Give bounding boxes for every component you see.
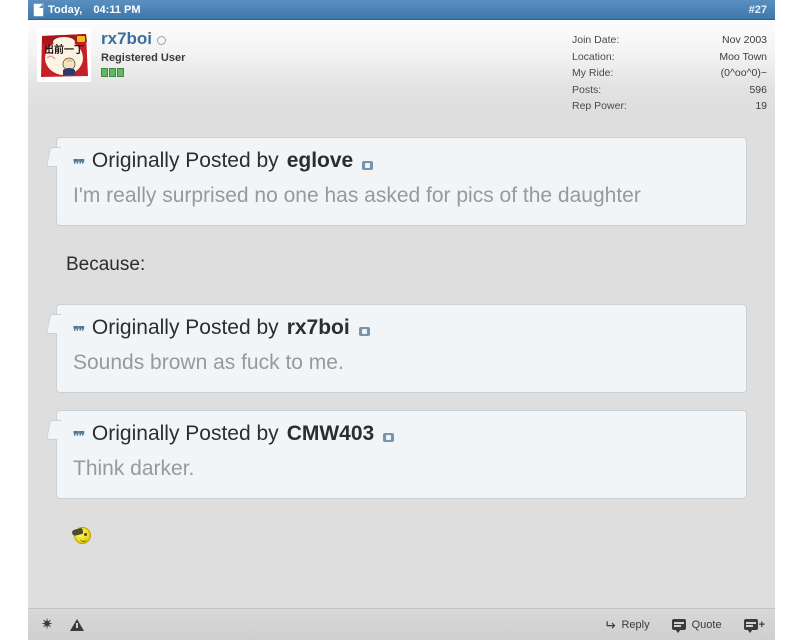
quote-author: CMW403 (286, 421, 375, 445)
stat-row: Location: Moo Town (572, 49, 767, 66)
quote-prefix: Originally Posted by (91, 149, 279, 172)
report-warning-icon[interactable] (70, 618, 84, 631)
stat-value: Moo Town (719, 50, 767, 63)
star-icon[interactable]: ✷ (40, 617, 54, 632)
post-text: Because: (66, 253, 146, 275)
stat-value: 596 (749, 83, 767, 96)
stat-value: Nov 2003 (722, 34, 767, 46)
avatar-image: 出前一丁 (37, 28, 91, 82)
stat-row: Rep Power: 19 (572, 98, 767, 115)
stat-value: 19 (755, 100, 767, 113)
user-rank-badge (101, 68, 572, 77)
quote-button[interactable]: Quote (671, 618, 722, 633)
quote-prefix: Originally Posted by (91, 315, 279, 339)
rank-pip-icon (117, 68, 124, 77)
quote-header: ❞❞ Originally Posted by eglove (73, 149, 730, 172)
quote-text: Sounds brown as fuck to me. (73, 350, 344, 374)
document-icon (34, 3, 43, 16)
quote-bubble-icon (671, 619, 686, 633)
reply-arrow-icon: ↵ (603, 616, 616, 633)
user-stats: Join Date: Nov 2003 Location: Moo Town M… (572, 26, 767, 115)
user-title: Registered User (101, 52, 186, 64)
post-header: 出前一丁 rx7boi Registered User Join Date: N… (28, 20, 775, 115)
quote-marks-icon: ❞❞ (73, 429, 85, 444)
reply-button[interactable]: ↵ Reply (603, 616, 650, 633)
post-time: 04:11 PM (93, 3, 141, 16)
smiley-mouth (80, 537, 87, 542)
quote-block: ❞❞ Originally Posted by CMW403 Think dar… (56, 409, 747, 499)
quote-header: ❞❞ Originally Posted by CMW403 (73, 421, 730, 445)
post-titlebar: Today, 04:11 PM #27 (28, 0, 775, 20)
quote-marks-icon: ❞❞ (73, 323, 85, 338)
quote-marks-icon: ❞❞ (73, 156, 85, 171)
smiley-eye (84, 532, 87, 536)
stat-value: (0^oo^0)~ (720, 67, 767, 80)
multi-quote-icon (743, 619, 758, 633)
quote-label: Quote (691, 618, 722, 631)
multi-quote-button[interactable]: + (743, 619, 765, 633)
footer-right-actions: ↵ Reply Quote + (603, 616, 765, 633)
smiley-shade (71, 527, 84, 536)
username-link[interactable]: rx7boi (101, 30, 152, 47)
rank-pip-icon (109, 68, 116, 77)
stat-row: My Ride: (0^oo^0)~ (572, 65, 767, 82)
post-message-body: ❞❞ Originally Posted by eglove I'm reall… (28, 115, 775, 544)
rank-pip-icon (101, 68, 108, 77)
quote-text: Think darker. (73, 456, 195, 480)
quote-text: I'm really surprised no one has asked fo… (73, 184, 641, 208)
forum-post: Today, 04:11 PM #27 出前一丁 rx7boi Register… (28, 0, 775, 640)
stat-label: Location: (572, 50, 615, 63)
stat-label: Join Date: (572, 34, 620, 46)
reply-label: Reply (621, 618, 650, 631)
stat-row: Join Date: Nov 2003 (572, 32, 767, 49)
quote-prefix: Originally Posted by (91, 421, 279, 445)
stat-label: Posts: (572, 83, 602, 96)
view-post-icon[interactable] (362, 160, 374, 170)
quote-author: rx7boi (286, 315, 350, 339)
svg-text:出前一丁: 出前一丁 (44, 43, 84, 56)
post-number-link[interactable]: #27 (749, 4, 767, 16)
post-date: Today, (48, 3, 83, 16)
online-status-icon (157, 35, 167, 45)
quote-block: ❞❞ Originally Posted by eglove I'm reall… (56, 137, 747, 226)
username-row: rx7boi (101, 30, 572, 47)
plus-icon: + (758, 619, 765, 631)
emoticon-row (71, 526, 747, 544)
user-block: rx7boi Registered User (101, 26, 572, 115)
footer-left-actions: ✷ (40, 617, 604, 632)
stat-label: My Ride: (572, 67, 614, 80)
stat-label: Rep Power: (572, 100, 627, 113)
quote-author: eglove (286, 149, 354, 172)
view-post-icon[interactable] (383, 433, 395, 443)
post-date-group: Today, 04:11 PM (34, 3, 749, 16)
quote-header: ❞❞ Originally Posted by rx7boi (73, 315, 730, 339)
avatar[interactable]: 出前一丁 (37, 28, 91, 82)
sunglasses-smiley-icon (71, 526, 91, 544)
view-post-icon[interactable] (358, 327, 370, 337)
post-footer-toolbar: ✷ ↵ Reply Quote + (28, 608, 775, 640)
quote-block: ❞❞ Originally Posted by rx7boi Sounds br… (56, 303, 747, 393)
stat-row: Posts: 596 (572, 82, 767, 99)
